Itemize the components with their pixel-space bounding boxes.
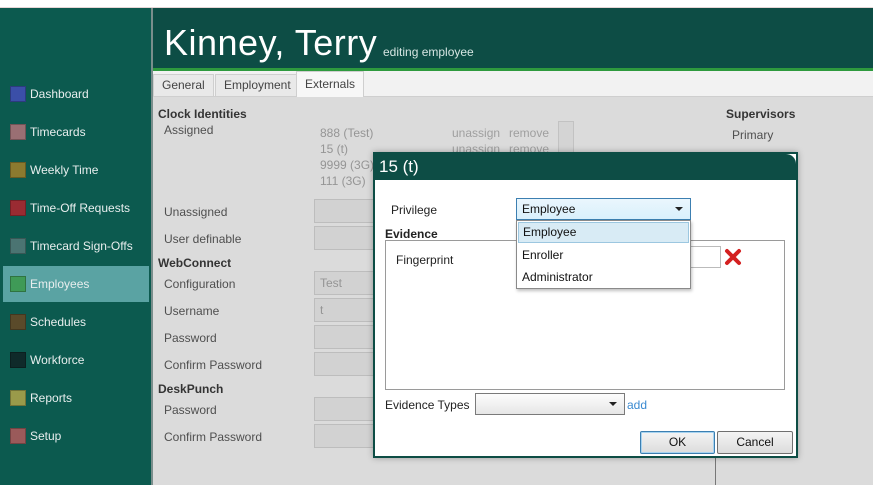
sidebar-item-label: Reports xyxy=(30,391,73,405)
sidebar-item-timecards[interactable]: Timecards xyxy=(3,114,149,150)
evidence-item-label: Fingerprint xyxy=(396,253,454,267)
tab-employment[interactable]: Employment xyxy=(215,74,300,97)
privilege-label: Privilege xyxy=(391,203,438,217)
setup-icon xyxy=(10,428,26,444)
privilege-option-enroller[interactable]: Enroller xyxy=(518,245,689,266)
sidebar-item-label: Setup xyxy=(30,429,62,443)
schedules-icon xyxy=(10,314,26,330)
privilege-select[interactable]: Employee xyxy=(516,198,691,220)
sidebar-item-weekly-time[interactable]: Weekly Time xyxy=(3,152,149,188)
privilege-option-administrator[interactable]: Administrator xyxy=(518,267,689,288)
sidebar-item-label: Schedules xyxy=(30,315,87,329)
employee-name: Kinney, Terry xyxy=(164,22,378,63)
time-off-requests-icon xyxy=(10,200,26,216)
evidence-label: Evidence xyxy=(385,227,438,241)
tab-externals[interactable]: Externals xyxy=(296,71,365,98)
delete-icon[interactable] xyxy=(724,248,742,266)
clock-identity-dialog: 15 (t) Privilege Employee Evidence Finge… xyxy=(373,152,798,458)
sidebar-item-label: Timecards xyxy=(30,125,86,139)
sidebar-item-time-off-requests[interactable]: Time-Off Requests xyxy=(3,190,149,226)
page-header: Kinney, Terry editing employee xyxy=(153,8,873,70)
fingerprint-field[interactable] xyxy=(690,246,721,268)
sidebar-item-dashboard[interactable]: Dashboard xyxy=(3,76,149,112)
privilege-option-employee[interactable]: Employee xyxy=(518,222,689,243)
privilege-select-value: Employee xyxy=(522,202,576,216)
weekly-time-icon xyxy=(10,162,26,178)
sidebar-item-label: Time-Off Requests xyxy=(30,201,131,215)
chevron-down-icon xyxy=(675,207,683,211)
sidebar-item-label: Dashboard xyxy=(30,87,89,101)
sidebar: Dashboard Timecards Weekly Time Time-Off… xyxy=(0,8,151,485)
timecard-sign-offs-icon xyxy=(10,238,26,254)
sidebar-item-setup[interactable]: Setup xyxy=(3,418,149,454)
sidebar-item-reports[interactable]: Reports xyxy=(3,380,149,416)
tab-bar: General Employment Externals xyxy=(153,71,873,98)
ok-button[interactable]: OK xyxy=(640,431,715,454)
reports-icon xyxy=(10,390,26,406)
tab-general[interactable]: General xyxy=(153,74,214,97)
cancel-button[interactable]: Cancel xyxy=(717,431,793,454)
window-top-strip xyxy=(0,0,873,8)
sidebar-item-employees[interactable]: Employees xyxy=(3,266,149,302)
page-subtitle: editing employee xyxy=(383,45,474,59)
workforce-icon xyxy=(10,352,26,368)
dialog-title: 15 (t) xyxy=(375,154,796,180)
sidebar-item-label: Timecard Sign-Offs xyxy=(30,239,133,253)
employees-icon xyxy=(10,276,26,292)
add-evidence-link[interactable]: add xyxy=(627,398,647,412)
chevron-down-icon xyxy=(609,402,617,406)
sidebar-item-timecard-sign-offs[interactable]: Timecard Sign-Offs xyxy=(3,228,149,264)
privilege-dropdown-list: Employee Enroller Administrator xyxy=(516,220,691,289)
sidebar-item-schedules[interactable]: Schedules xyxy=(3,304,149,340)
dashboard-icon xyxy=(10,86,26,102)
sidebar-item-label: Workforce xyxy=(30,353,85,367)
timecards-icon xyxy=(10,124,26,140)
sidebar-item-label: Employees xyxy=(30,277,90,291)
sidebar-item-label: Weekly Time xyxy=(30,163,99,177)
sidebar-item-workforce[interactable]: Workforce xyxy=(3,342,149,378)
evidence-types-label: Evidence Types xyxy=(385,398,470,412)
evidence-types-select[interactable] xyxy=(475,393,625,415)
